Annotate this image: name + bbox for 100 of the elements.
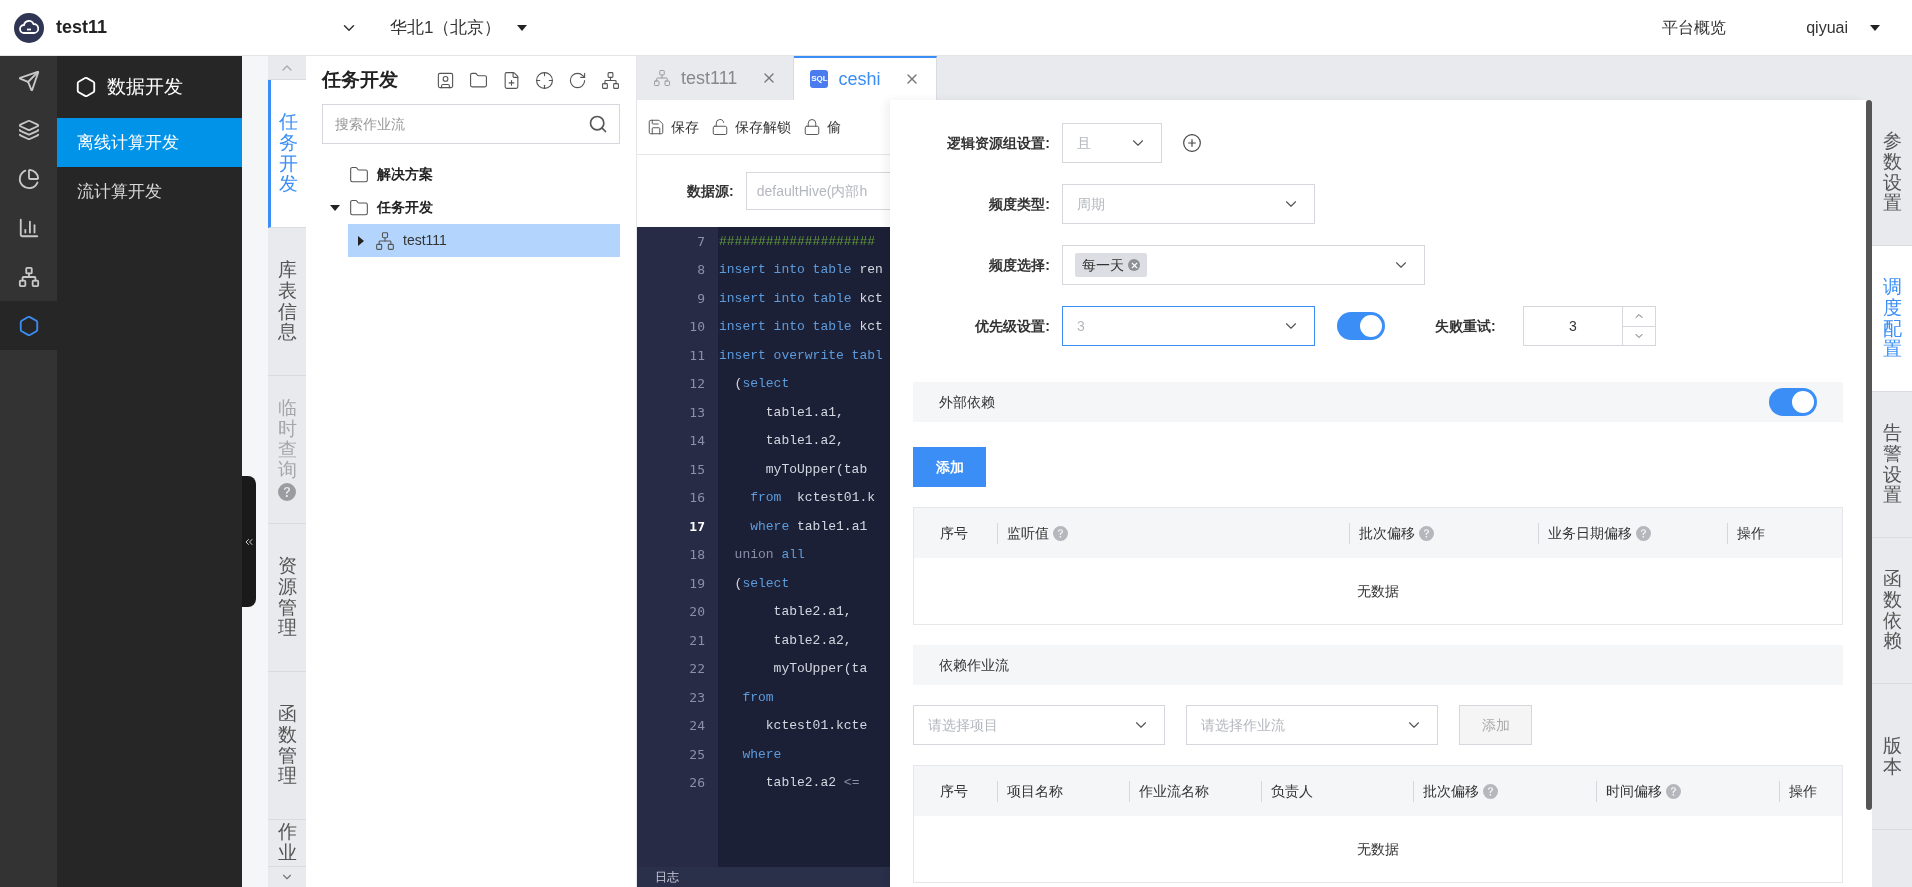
code-line: from kctest01.k xyxy=(749,489,877,507)
remove-icon[interactable] xyxy=(1128,259,1140,271)
bar-chart-icon xyxy=(17,216,40,239)
column-header: 监听值 xyxy=(1007,523,1049,543)
line-number: 22 xyxy=(688,660,706,678)
line-number: 10 xyxy=(688,318,706,336)
hexagon-icon xyxy=(75,76,97,98)
column-header: 项目名称 xyxy=(1007,781,1063,801)
multi-select-field[interactable]: 每一天 xyxy=(1062,245,1425,285)
line-number: 26 xyxy=(688,774,706,792)
nav-item[interactable]: 离线计算开发 xyxy=(57,118,242,167)
editor-tab[interactable]: SQL ceshi xyxy=(794,56,938,100)
side-tab[interactable]: 版本 xyxy=(1872,684,1912,830)
tree-item[interactable]: test111 xyxy=(348,224,620,257)
empty-text: 无数据 xyxy=(1357,581,1399,601)
field-label: 失败重试: xyxy=(1435,316,1497,336)
line-number: 9 xyxy=(696,289,706,308)
help-icon xyxy=(1419,525,1434,541)
field-label: 频度类型: xyxy=(988,194,1050,214)
column-header: 操作 xyxy=(1737,523,1765,543)
add-circle-icon[interactable] xyxy=(1182,133,1202,153)
region-dropdown[interactable]: 华北1（北京） xyxy=(390,14,528,41)
field-label: 数据源: xyxy=(687,181,734,201)
column-header: 批次偏移 xyxy=(1423,781,1479,801)
code-line: (select xyxy=(733,574,791,593)
line-number: 19 xyxy=(688,574,706,593)
lock-icon xyxy=(803,118,821,136)
code-line: insert into table ren xyxy=(719,261,884,279)
section-header: 依赖作业流 xyxy=(913,645,1843,685)
file-plus-icon[interactable] xyxy=(502,70,521,90)
column-header: 序号 xyxy=(940,781,968,801)
caret-icon[interactable] xyxy=(517,22,528,33)
workflow-icon xyxy=(375,230,395,251)
folder-icon xyxy=(349,164,369,185)
log-tab[interactable]: 日志 xyxy=(655,868,679,886)
nav-item[interactable]: 流计算开发 xyxy=(57,167,242,216)
section-header: 外部依赖 xyxy=(913,382,1843,422)
code-line: kctest01.kcte xyxy=(764,717,869,735)
network-icon xyxy=(17,265,40,288)
hexagon-icon xyxy=(17,314,40,337)
column-header: 序号 xyxy=(940,523,968,543)
code-line: where xyxy=(741,745,783,764)
toggle-switch[interactable] xyxy=(1337,312,1385,340)
line-number: 20 xyxy=(688,603,706,621)
side-tab[interactable]: 调度配置 xyxy=(1872,246,1912,392)
help-icon xyxy=(278,483,296,502)
toolbar-button[interactable]: 保存 xyxy=(647,116,699,138)
paper-plane-icon xyxy=(17,69,40,92)
code-line: myToUpper(tab xyxy=(764,460,869,479)
line-number: 16 xyxy=(688,489,706,507)
toolbar-button[interactable]: 保存解锁 xyxy=(711,116,791,138)
line-number: 25 xyxy=(688,745,706,764)
column-header: 业务日期偏移 xyxy=(1548,523,1632,543)
user-icon[interactable] xyxy=(436,70,455,90)
line-number: 11 xyxy=(688,346,706,365)
caret-icon[interactable] xyxy=(330,202,340,213)
line-number: 18 xyxy=(688,546,706,564)
tree-item[interactable]: 任务开发 xyxy=(322,191,620,224)
network-icon[interactable] xyxy=(601,70,620,90)
collapse-handle[interactable] xyxy=(242,476,256,607)
tree-item[interactable]: 解决方案 xyxy=(322,158,620,191)
toolbar-button[interactable]: 偷 xyxy=(803,116,841,138)
code-line: insert into table kct xyxy=(719,289,884,308)
code-line: table1.a2, xyxy=(764,432,845,450)
toggle-switch[interactable] xyxy=(1769,388,1817,416)
code-line: from xyxy=(741,688,775,707)
rail-item[interactable] xyxy=(0,301,57,350)
line-number: 8 xyxy=(696,261,706,279)
side-tab[interactable]: 告警设置 xyxy=(1872,392,1912,538)
help-icon xyxy=(1636,525,1651,541)
nav-link[interactable]: 平台概览 xyxy=(1662,15,1727,40)
side-tab[interactable]: 函数依赖 xyxy=(1872,538,1912,684)
logo-icon xyxy=(14,12,44,43)
refresh-icon[interactable] xyxy=(568,70,587,90)
side-tab[interactable]: 任务开发 xyxy=(268,80,306,228)
empty-text: 无数据 xyxy=(1357,839,1399,859)
code-line: table1.a1, xyxy=(764,403,845,422)
folder-icon[interactable] xyxy=(469,70,488,90)
code-line: where table1.a1 xyxy=(749,517,869,536)
caret-icon[interactable] xyxy=(1870,22,1880,33)
sql-icon: SQL xyxy=(810,70,829,88)
line-number: 15 xyxy=(688,460,706,479)
unlock-icon xyxy=(711,118,729,136)
help-icon xyxy=(1483,783,1498,799)
line-number: 14 xyxy=(688,432,706,450)
nav-title: 数据开发 xyxy=(107,74,183,99)
line-number: 24 xyxy=(688,717,706,735)
user-menu[interactable]: qiyuai xyxy=(1806,15,1880,40)
caret-icon[interactable] xyxy=(356,235,366,246)
search-field[interactable]: 搜索作业流 xyxy=(322,104,620,144)
column-header: 负责人 xyxy=(1271,781,1313,801)
code-line: insert into table kct xyxy=(719,318,884,336)
crosshair-icon[interactable] xyxy=(535,70,554,90)
code-line: table2.a1, xyxy=(772,603,853,621)
add-button[interactable]: 添加 xyxy=(913,447,986,487)
line-number: 7 xyxy=(696,232,706,251)
save-icon xyxy=(647,118,665,136)
line-number: 12 xyxy=(688,375,706,393)
search-icon[interactable] xyxy=(588,114,608,134)
field-label: 优先级设置: xyxy=(974,316,1050,336)
